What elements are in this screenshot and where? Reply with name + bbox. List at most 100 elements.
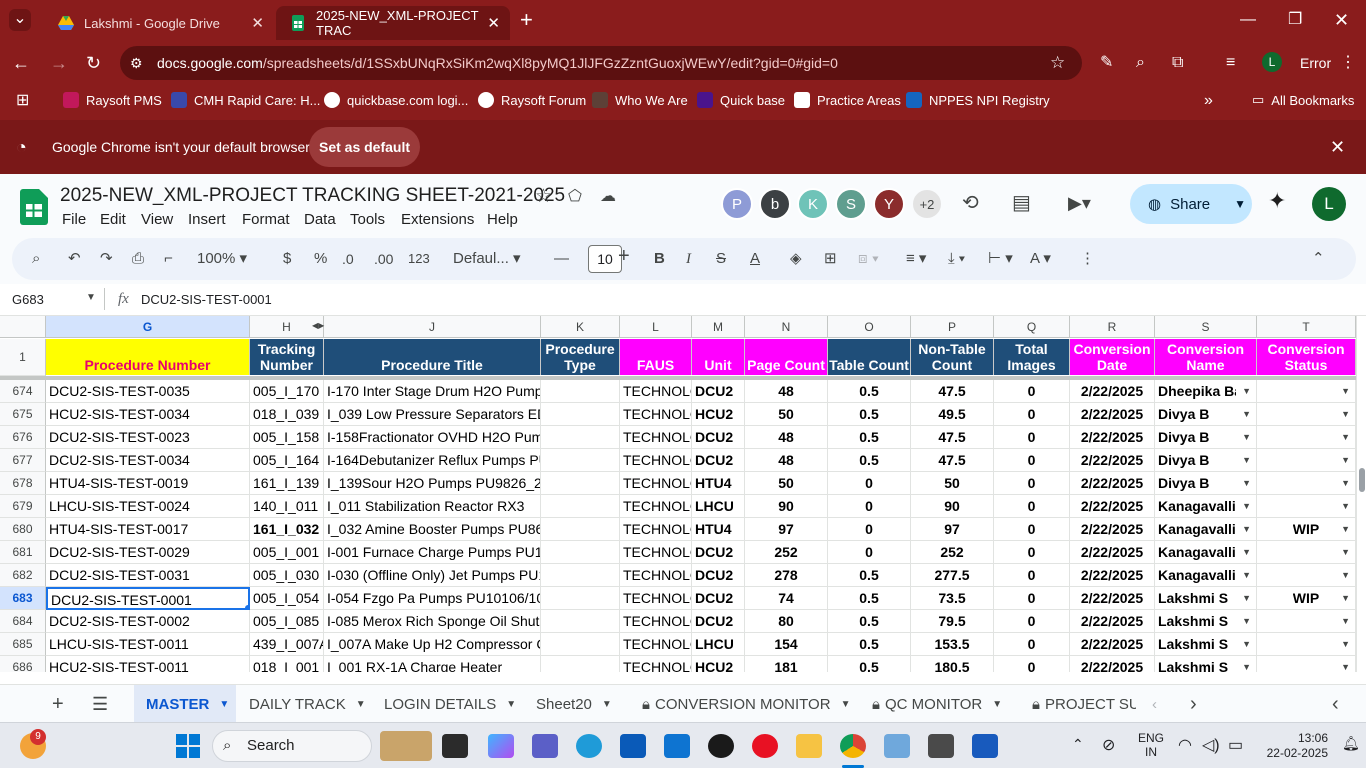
set-as-default-button[interactable]: Set as default (309, 127, 420, 167)
meet-icon[interactable]: ▶▾ (1068, 193, 1091, 213)
cell-date[interactable]: 2/22/2025 (1070, 403, 1155, 426)
cell-type[interactable] (541, 656, 620, 672)
cell-status[interactable]: ▼ (1257, 380, 1356, 403)
header-non-table-count[interactable]: Non-Table Count (911, 339, 994, 375)
dropdown-chevron-icon[interactable]: ▼ (1341, 587, 1350, 609)
cell-pages[interactable]: 48 (745, 449, 828, 472)
cell-faus[interactable]: TECHNOLOG (620, 541, 692, 564)
header-conversion-status[interactable]: Conversion Status (1257, 339, 1356, 375)
bookmark-nppes-npi-registry[interactable]: NPPES NPI Registry (906, 92, 1050, 108)
cell-pages[interactable]: 97 (745, 518, 828, 541)
cell-table[interactable]: 0.5 (828, 564, 911, 587)
cell-table[interactable]: 0 (828, 472, 911, 495)
cell-track[interactable]: 005_I_054 (250, 587, 324, 610)
dropdown-chevron-icon[interactable]: ▼ (1242, 633, 1251, 655)
italic-icon[interactable]: I (686, 250, 691, 268)
address-bar[interactable]: ⚙ docs.google.com/spreadsheets/d/1SSxbUN… (120, 46, 1082, 80)
menu-extensions[interactable]: Extensions (401, 211, 474, 228)
cell-table[interactable]: 0.5 (828, 426, 911, 449)
cell-track[interactable]: 161_I_032 (250, 518, 324, 541)
formula-input[interactable]: DCU2-SIS-TEST-0001 (141, 292, 272, 307)
dropdown-chevron-icon[interactable]: ▼ (1341, 518, 1350, 540)
cell-pages[interactable]: 252 (745, 541, 828, 564)
row-header[interactable]: 677 (0, 449, 46, 472)
cell-faus[interactable]: TECHNOLOG (620, 633, 692, 656)
cell-status[interactable]: ▼ (1257, 426, 1356, 449)
error-button[interactable]: Error (1300, 53, 1331, 73)
name-box[interactable]: G683 (12, 292, 44, 307)
cell-type[interactable] (541, 633, 620, 656)
cell-images[interactable]: 0 (994, 587, 1070, 610)
cell-unit[interactable]: DCU2 (692, 564, 745, 587)
name-box-dropdown-icon[interactable]: ▼ (86, 292, 96, 303)
bookmark-quick-base[interactable]: Quick base (697, 92, 785, 108)
sheet-tab-login-details[interactable]: LOGIN DETAILS ▼ (384, 685, 516, 723)
cell-nontable[interactable]: 79.5 (911, 610, 994, 633)
version-history-icon[interactable]: ⟲ (962, 193, 979, 213)
cell-nontable[interactable]: 90 (911, 495, 994, 518)
cell-faus[interactable]: TECHNOLOG (620, 403, 692, 426)
cell-status[interactable]: ▼ (1257, 495, 1356, 518)
cell-proc[interactable]: DCU2-SIS-TEST-0002 (46, 610, 250, 633)
font-select[interactable]: Defaul... ▾ (453, 250, 521, 268)
column-header-l[interactable]: L (620, 316, 692, 338)
print-icon[interactable]: ⎙ (132, 250, 144, 268)
cell-date[interactable]: 2/22/2025 (1070, 472, 1155, 495)
column-header-m[interactable]: M (692, 316, 745, 338)
cell-unit[interactable]: DCU2 (692, 610, 745, 633)
sheet-tab-qc-monitor[interactable]: 🔒︎ QC MONITOR ▼ (872, 685, 1002, 723)
cell-title[interactable]: I-030 (Offline Only) Jet Pumps PU10 (324, 564, 541, 587)
cell-date[interactable]: 2/22/2025 (1070, 656, 1155, 672)
header-total-images[interactable]: Total Images (994, 339, 1070, 375)
collaborator-avatar[interactable]: P (721, 188, 753, 220)
cell-pages[interactable]: 74 (745, 587, 828, 610)
cell-status[interactable]: ▼ (1257, 449, 1356, 472)
cell-unit[interactable]: DCU2 (692, 449, 745, 472)
cell-table[interactable]: 0.5 (828, 587, 911, 610)
cell-title[interactable]: I_007A Make Up H2 Compressor CF (324, 633, 541, 656)
decrease-font-icon[interactable]: — (554, 250, 569, 268)
column-header-n[interactable]: N (745, 316, 828, 338)
cell-name[interactable]: Divya B ▼ (1155, 449, 1257, 472)
menu-view[interactable]: View (141, 211, 173, 228)
cell-name[interactable]: Divya B ▼ (1155, 403, 1257, 426)
clock[interactable]: 13:06 22-02-2025 (1256, 731, 1328, 761)
cell-date[interactable]: 2/22/2025 (1070, 449, 1155, 472)
cell-type[interactable] (541, 426, 620, 449)
cell-track[interactable]: 018_I_039 (250, 403, 324, 426)
cell-type[interactable] (541, 564, 620, 587)
more-bookmarks-icon[interactable]: » (1204, 91, 1213, 111)
app-icon[interactable] (884, 734, 910, 758)
cell-proc[interactable]: DCU2-SIS-TEST-0034 (46, 449, 250, 472)
collaborator-avatar[interactable]: K (797, 188, 829, 220)
cell-title[interactable]: I-085 Merox Rich Sponge Oil Shut D (324, 610, 541, 633)
cell-images[interactable]: 0 (994, 426, 1070, 449)
text-rotation-icon[interactable]: A ▾ (1030, 250, 1051, 268)
cell-status[interactable]: ▼ (1257, 472, 1356, 495)
cell-track[interactable]: 018_I_001 (250, 656, 324, 672)
font-size-input[interactable]: 10 (588, 245, 622, 273)
row-header[interactable]: 682 (0, 564, 46, 587)
store-icon[interactable] (620, 734, 646, 758)
row-header-1[interactable]: 1 (0, 339, 46, 376)
cell-date[interactable]: 2/22/2025 (1070, 380, 1155, 403)
row-header[interactable]: 680 (0, 518, 46, 541)
cell-nontable[interactable]: 277.5 (911, 564, 994, 587)
cell-date[interactable]: 2/22/2025 (1070, 587, 1155, 610)
tab-search-icon[interactable]: ⌄ (9, 9, 31, 31)
cell-date[interactable]: 2/22/2025 (1070, 610, 1155, 633)
cell-unit[interactable]: DCU2 (692, 380, 745, 403)
cell-name[interactable]: Kanagavalli ▼ (1155, 495, 1257, 518)
cell-type[interactable] (541, 380, 620, 403)
cell-status[interactable]: ▼ (1257, 564, 1356, 587)
strikethrough-icon[interactable]: S (716, 250, 726, 268)
sheet-tab-menu-icon[interactable]: ▼ (219, 699, 229, 710)
close-infobar-icon[interactable]: ✕ (1330, 137, 1345, 157)
cell-title[interactable]: I_001 RX-1A Charge Heater (324, 656, 541, 672)
cell-track[interactable]: 439_I_007A (250, 633, 324, 656)
share-button[interactable]: ◍ Share ▼ (1130, 184, 1252, 224)
menu-file[interactable]: File (62, 211, 86, 228)
dropdown-chevron-icon[interactable]: ▼ (1341, 633, 1350, 655)
cell-images[interactable]: 0 (994, 633, 1070, 656)
cell-table[interactable]: 0 (828, 518, 911, 541)
